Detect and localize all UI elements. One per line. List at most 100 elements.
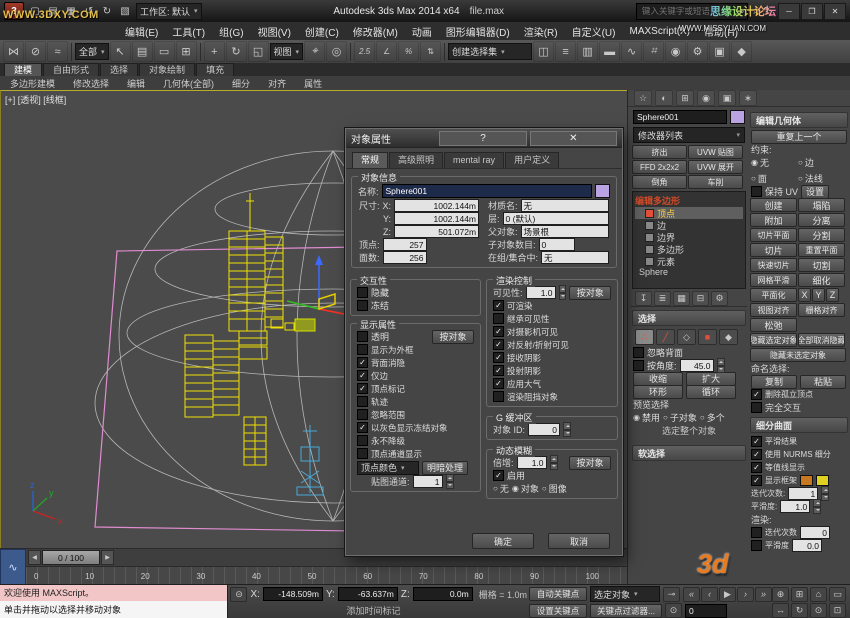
ribbon-panel-label[interactable]: 对齐 bbox=[268, 77, 286, 90]
stack-subobject-item[interactable]: 多边形 bbox=[635, 243, 743, 255]
edit-geometry-button[interactable]: 快速切片 bbox=[750, 258, 797, 272]
rect-region-icon[interactable]: ▭ bbox=[154, 41, 175, 62]
select-move-icon[interactable]: + bbox=[204, 41, 225, 62]
fov-icon[interactable]: ⊙ bbox=[810, 603, 827, 618]
select-link-icon[interactable]: ⋈ bbox=[3, 41, 24, 62]
auto-key-button[interactable]: 自动关键点 bbox=[529, 587, 587, 601]
edit-geometry-button[interactable]: 隐藏选定对象 bbox=[750, 333, 797, 347]
selection-rollout-header[interactable]: 选择 bbox=[632, 310, 746, 326]
display-property-checkbox[interactable] bbox=[357, 409, 368, 420]
edit-geometry-button[interactable]: 切片平面 bbox=[750, 228, 797, 242]
map-channel-spinner[interactable] bbox=[446, 474, 454, 489]
display-by-object-button[interactable]: 按对象 bbox=[432, 330, 474, 344]
edit-geometry-button[interactable]: 分割 bbox=[798, 228, 845, 242]
subdivision-checkbox[interactable]: ✓ bbox=[751, 462, 762, 473]
edit-geometry-button[interactable]: 切片 bbox=[750, 243, 797, 257]
display-property-checkbox[interactable] bbox=[357, 435, 368, 446]
menu-item[interactable]: 编辑(E) bbox=[118, 24, 165, 39]
edit-geometry-button[interactable]: 全部取消隐藏 bbox=[798, 333, 845, 347]
make-unique-icon[interactable]: ▦ bbox=[673, 291, 690, 306]
delete-isolated-vertices-checkbox[interactable]: ✓ bbox=[751, 389, 762, 400]
object-color-swatch[interactable] bbox=[730, 110, 745, 124]
copy-button[interactable]: 复制 bbox=[751, 375, 797, 389]
polygon-subobj-icon[interactable]: ■ bbox=[698, 329, 717, 345]
unlink-icon[interactable]: ⊘ bbox=[25, 41, 46, 62]
edit-geometry-button[interactable]: 网格平滑 bbox=[750, 273, 797, 287]
edit-geometry-button[interactable]: 切割 bbox=[798, 258, 845, 272]
constraint-radio[interactable]: ◉无 bbox=[751, 156, 795, 169]
maximize-viewport-icon[interactable]: ⊡ bbox=[829, 603, 846, 618]
display-property-checkbox[interactable]: ✓ bbox=[357, 370, 368, 381]
mblur-type-radio[interactable]: ◉对象 bbox=[512, 482, 539, 495]
smoothness-field[interactable]: 1.0 bbox=[780, 500, 810, 513]
render-smoothness-checkbox[interactable] bbox=[751, 540, 762, 551]
ribbon-tab[interactable]: 选择 bbox=[100, 63, 138, 76]
smoothness-spinner[interactable] bbox=[813, 499, 821, 514]
prev-key-icon[interactable]: ‹ bbox=[701, 587, 718, 602]
transparent-checkbox[interactable] bbox=[357, 331, 368, 342]
window-crossing-icon[interactable]: ⊞ bbox=[176, 41, 197, 62]
modifier-list-dropdown[interactable]: 修改器列表▾ bbox=[633, 127, 745, 143]
edit-geometry-button[interactable]: 平面化 bbox=[750, 288, 797, 302]
edit-geometry-button[interactable]: 松弛 bbox=[750, 318, 797, 332]
play-icon[interactable]: ▶ bbox=[719, 587, 736, 602]
element-subobj-icon[interactable]: ◆ bbox=[719, 329, 738, 345]
ribbon-tab[interactable]: 建模 bbox=[4, 63, 42, 76]
map-channel-field[interactable]: 1 bbox=[413, 475, 443, 488]
display-property-checkbox[interactable] bbox=[357, 396, 368, 407]
dialog-help-button[interactable]: ? bbox=[439, 131, 526, 146]
display-property-checkbox[interactable] bbox=[357, 344, 368, 355]
show-cage-checkbox[interactable]: ✓ bbox=[751, 475, 762, 486]
mirror-icon[interactable]: ◫ bbox=[533, 41, 554, 62]
edit-geometry-button[interactable]: Z bbox=[826, 288, 839, 302]
minimize-button[interactable]: ─ bbox=[778, 3, 800, 20]
menu-item[interactable]: 图形编辑器(D) bbox=[439, 24, 517, 39]
render-iterations-field[interactable]: 0 bbox=[800, 526, 830, 539]
visibility-spinner[interactable] bbox=[559, 285, 567, 300]
ribbon-tab[interactable]: 自由形式 bbox=[43, 63, 99, 76]
stack-subobject-item[interactable]: 元素 bbox=[635, 255, 743, 267]
full-interactivity-checkbox[interactable] bbox=[751, 402, 762, 413]
modifier-stack[interactable]: 编辑多边形 顶点边边界多边形元素 Sphere bbox=[632, 191, 746, 289]
go-start-icon[interactable]: « bbox=[683, 587, 700, 602]
add-time-tag[interactable]: 添加时间标记 bbox=[346, 604, 400, 617]
bind-spacewarp-icon[interactable]: ≈ bbox=[47, 41, 68, 62]
schematic-view-icon[interactable]: ⌗ bbox=[643, 41, 664, 62]
constraint-radio[interactable]: ○边 bbox=[798, 156, 842, 169]
angle-snap-icon[interactable]: ∠ bbox=[376, 41, 397, 62]
select-rotate-icon[interactable]: ↻ bbox=[226, 41, 247, 62]
mini-curve-editor-button[interactable]: ∿ bbox=[0, 549, 26, 585]
maxscript-macro-line[interactable]: 欢迎使用 MAXScript。 bbox=[0, 585, 227, 601]
preserve-uv-settings-button[interactable]: 设置 bbox=[801, 185, 829, 199]
visibility-field[interactable]: 1.0 bbox=[526, 286, 556, 299]
menu-item[interactable]: 动画 bbox=[405, 24, 439, 39]
ribbon-panel-label[interactable]: 几何体(全部) bbox=[163, 77, 214, 90]
display-property-checkbox[interactable]: ✓ bbox=[357, 357, 368, 368]
modifier-button[interactable]: UVW 展开 bbox=[688, 160, 743, 174]
loop-button[interactable]: 循环 bbox=[686, 385, 736, 399]
redo-icon[interactable]: ↻ bbox=[99, 3, 115, 19]
by-angle-field[interactable]: 45.0 bbox=[680, 359, 714, 372]
select-manipulate-icon[interactable]: ◎ bbox=[326, 41, 347, 62]
zoom-icon[interactable]: ⊕ bbox=[772, 587, 789, 602]
render-control-checkbox[interactable]: ✓ bbox=[493, 300, 504, 311]
zoom-region-icon[interactable]: ▭ bbox=[829, 587, 846, 602]
align-icon[interactable]: ≡ bbox=[555, 41, 576, 62]
modifier-button[interactable]: UVW 贴图 bbox=[688, 145, 743, 159]
selection-filter-dropdown[interactable]: 全部 bbox=[75, 43, 109, 60]
ribbon-tab[interactable]: 填充 bbox=[196, 63, 234, 76]
interactivity-checkbox[interactable] bbox=[357, 287, 368, 298]
dialog-tab[interactable]: mental ray bbox=[444, 152, 504, 168]
menu-item[interactable]: 修改器(M) bbox=[346, 24, 405, 39]
pin-stack-icon[interactable]: ↧ bbox=[635, 291, 652, 306]
menu-item[interactable]: 工具(T) bbox=[165, 24, 212, 39]
curve-editor-icon[interactable]: ∿ bbox=[621, 41, 642, 62]
y-coordinate-field[interactable]: -63.637m bbox=[338, 587, 398, 601]
pivot-center-icon[interactable]: ⌖ bbox=[304, 41, 325, 62]
rendered-frame-icon[interactable]: ▣ bbox=[709, 41, 730, 62]
render-control-checkbox[interactable]: ✓ bbox=[493, 365, 504, 376]
edit-geometry-button[interactable]: 重置平面 bbox=[798, 243, 845, 257]
stack-subobject-item[interactable]: 顶点 bbox=[635, 207, 743, 219]
z-coordinate-field[interactable]: 0.0m bbox=[413, 587, 473, 601]
render-control-checkbox[interactable]: ✓ bbox=[493, 326, 504, 337]
